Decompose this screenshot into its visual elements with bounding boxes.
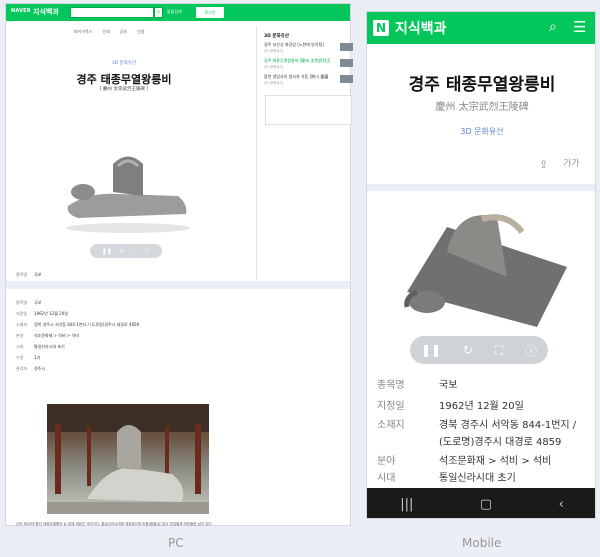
info-row: 지정일 1962년 12월 20일 [377, 400, 592, 413]
section-gap [6, 281, 350, 289]
search-icon[interactable]: ⌕ [154, 7, 163, 18]
share-icon[interactable]: ⇪ [539, 158, 548, 171]
info-icon[interactable]: ⓘ [144, 247, 150, 256]
field-label: 수량 [16, 355, 24, 360]
info-key: 분야 [377, 456, 396, 467]
page-title: 경주 태종무열왕릉비 [408, 75, 556, 95]
login-button[interactable]: 로그인 [196, 7, 224, 18]
pc-screenshot: NAVER 지식백과 ⌕ 통합검색 로그인 파이어폭스 인쇄 공유 인용 3D … [5, 3, 353, 526]
pause-icon[interactable]: ❚❚ [421, 343, 441, 357]
rotate-icon[interactable]: ↻ [120, 248, 125, 255]
sidebar-title: 3D 문화유산 [264, 34, 289, 39]
pause-icon[interactable]: ❚❚ [102, 248, 112, 255]
section-gap [367, 184, 595, 191]
sidebar-item-category: 3D 문화유산 [264, 65, 283, 69]
sidebar-item[interactable]: 합천 영암사지 쌍사자 석등 [陜川 靈巖 [264, 74, 336, 79]
viewer-controls: ❚❚ ↻ ⛶ ⓘ [410, 336, 548, 364]
info-row: (도로명)경주시 대경로 4859 [377, 436, 592, 449]
photo-caption: 신라 제29대 왕인 태종무열왕의 능 앞에 세워진 석비이다. 통일신라시대에… [16, 522, 213, 526]
info-icon[interactable]: ⓘ [525, 342, 537, 359]
tool-print[interactable]: 인쇄 [102, 29, 109, 35]
tool-firefox[interactable]: 파이어폭스 [74, 29, 92, 35]
info-row: 소재지 경북 경주시 서악동 844-1번지 / [377, 419, 592, 432]
font-size-button[interactable]: 가가 [563, 156, 580, 169]
3d-model-view[interactable] [58, 144, 198, 234]
info-value: 경북 경주시 서악동 844-1번지 / [439, 420, 577, 431]
info-value: 1962년 12월 20일 [439, 401, 524, 412]
monument-photo [47, 404, 209, 514]
brand-title[interactable]: 지식백과 [33, 7, 59, 17]
field-label: 시대 [16, 344, 24, 349]
field-value: 1기 [34, 355, 41, 360]
field-label: 지정일 [16, 311, 28, 316]
info-key: 소재지 [377, 420, 405, 431]
home-icon[interactable]: ▢ [480, 497, 492, 512]
info-key: 종목명 [377, 380, 405, 391]
field-value: 경북 경주시 서악동 844-1번지 / (도로명)경주시 대경로 4859 [34, 322, 140, 327]
rotate-icon[interactable]: ↻ [463, 343, 473, 357]
page-title: 경주 태종무열왕릉비 [76, 73, 172, 86]
info-key [377, 436, 439, 449]
info-key: 지정일 [377, 401, 405, 412]
tool-cite[interactable]: 인용 [137, 29, 144, 35]
viewer-controls: ❚❚ ↻ ⛶ ⓘ [90, 244, 162, 258]
info-value: 석조문화재 > 석비 > 석비 [439, 456, 552, 467]
field-value: 석조문화재 > 석비 > 석비 [34, 333, 79, 338]
info-key: 시대 [377, 473, 396, 484]
naver-logo-icon[interactable]: N [373, 20, 389, 36]
fullscreen-icon[interactable]: ⛶ [495, 343, 503, 358]
category-label[interactable]: 3D 문화유산 [367, 126, 595, 137]
back-icon[interactable]: ‹ [559, 497, 564, 512]
sidebar-thumbnail[interactable] [340, 59, 353, 67]
field-value: 통일신라시대 초기 [34, 344, 65, 349]
sidebar-item-category: 3D 문화유산 [264, 49, 283, 53]
field-label: 소재지 [16, 322, 28, 327]
search-input[interactable] [70, 7, 154, 18]
android-nav-bar: ||| ▢ ‹ [367, 488, 595, 518]
recent-apps-icon[interactable]: ||| [400, 497, 413, 512]
field-label: 분야 [16, 333, 24, 338]
mobile-screenshot: N 지식백과 ⌕ ☰ 경주 태종무열왕릉비 慶州 太宗武烈王陵碑 3D 문화유산… [366, 11, 596, 519]
sidebar-item-active[interactable]: 경주 태종무열왕릉비 [慶州 太宗武烈王 [264, 58, 336, 63]
sidebar-thumbnail[interactable] [340, 43, 353, 51]
fullscreen-icon[interactable]: ⛶ [132, 247, 136, 255]
info-value: 통일신라시대 초기 [439, 473, 516, 484]
info-row: 종목명 국보 [377, 379, 592, 392]
info-row: 시대 통일신라시대 초기 [377, 472, 592, 485]
3d-model-view[interactable] [387, 197, 587, 337]
field-value: 국보 [34, 300, 42, 305]
hanja-subtitle: 慶州 太宗武烈王陵碑 [435, 102, 529, 113]
field-value: 국보 [34, 272, 42, 277]
field-label: 종목명 [16, 300, 28, 305]
brand-title[interactable]: 지식백과 [395, 18, 447, 38]
menu-icon[interactable]: ☰ [573, 18, 586, 36]
sidebar-item-category: 3D 문화유산 [264, 81, 283, 85]
field-label: 관리자 [16, 366, 28, 371]
info-value: 국보 [439, 380, 458, 391]
field-label: 종목명 [16, 272, 28, 277]
info-row: 분야 석조문화재 > 석비 > 석비 [377, 455, 592, 468]
sidebar-item[interactable]: 경주 부산성 화강암 [노천에 방치됨] [264, 42, 336, 47]
tool-share[interactable]: 공유 [120, 29, 127, 35]
pc-label: PC [168, 536, 184, 550]
search-icon[interactable]: ⌕ [549, 19, 557, 35]
hanja-subtitle: [ 慶州 太宗武烈王陵碑 ] [99, 87, 149, 92]
info-value: (도로명)경주시 대경로 4859 [439, 437, 562, 448]
mobile-label: Mobile [462, 536, 502, 550]
field-value: 경주시 [34, 366, 46, 371]
category-label[interactable]: 3D 문화유산 [104, 60, 144, 66]
field-value: 1962년 12월 20일 [34, 311, 68, 316]
toolbar: 파이어폭스 인쇄 공유 인용 [74, 29, 145, 35]
naver-logo[interactable]: NAVER [11, 8, 31, 14]
ad-banner[interactable] [265, 95, 352, 125]
column-divider [256, 26, 257, 280]
sidebar-thumbnail[interactable] [340, 75, 353, 83]
search-all-link[interactable]: 통합검색 [167, 9, 182, 15]
